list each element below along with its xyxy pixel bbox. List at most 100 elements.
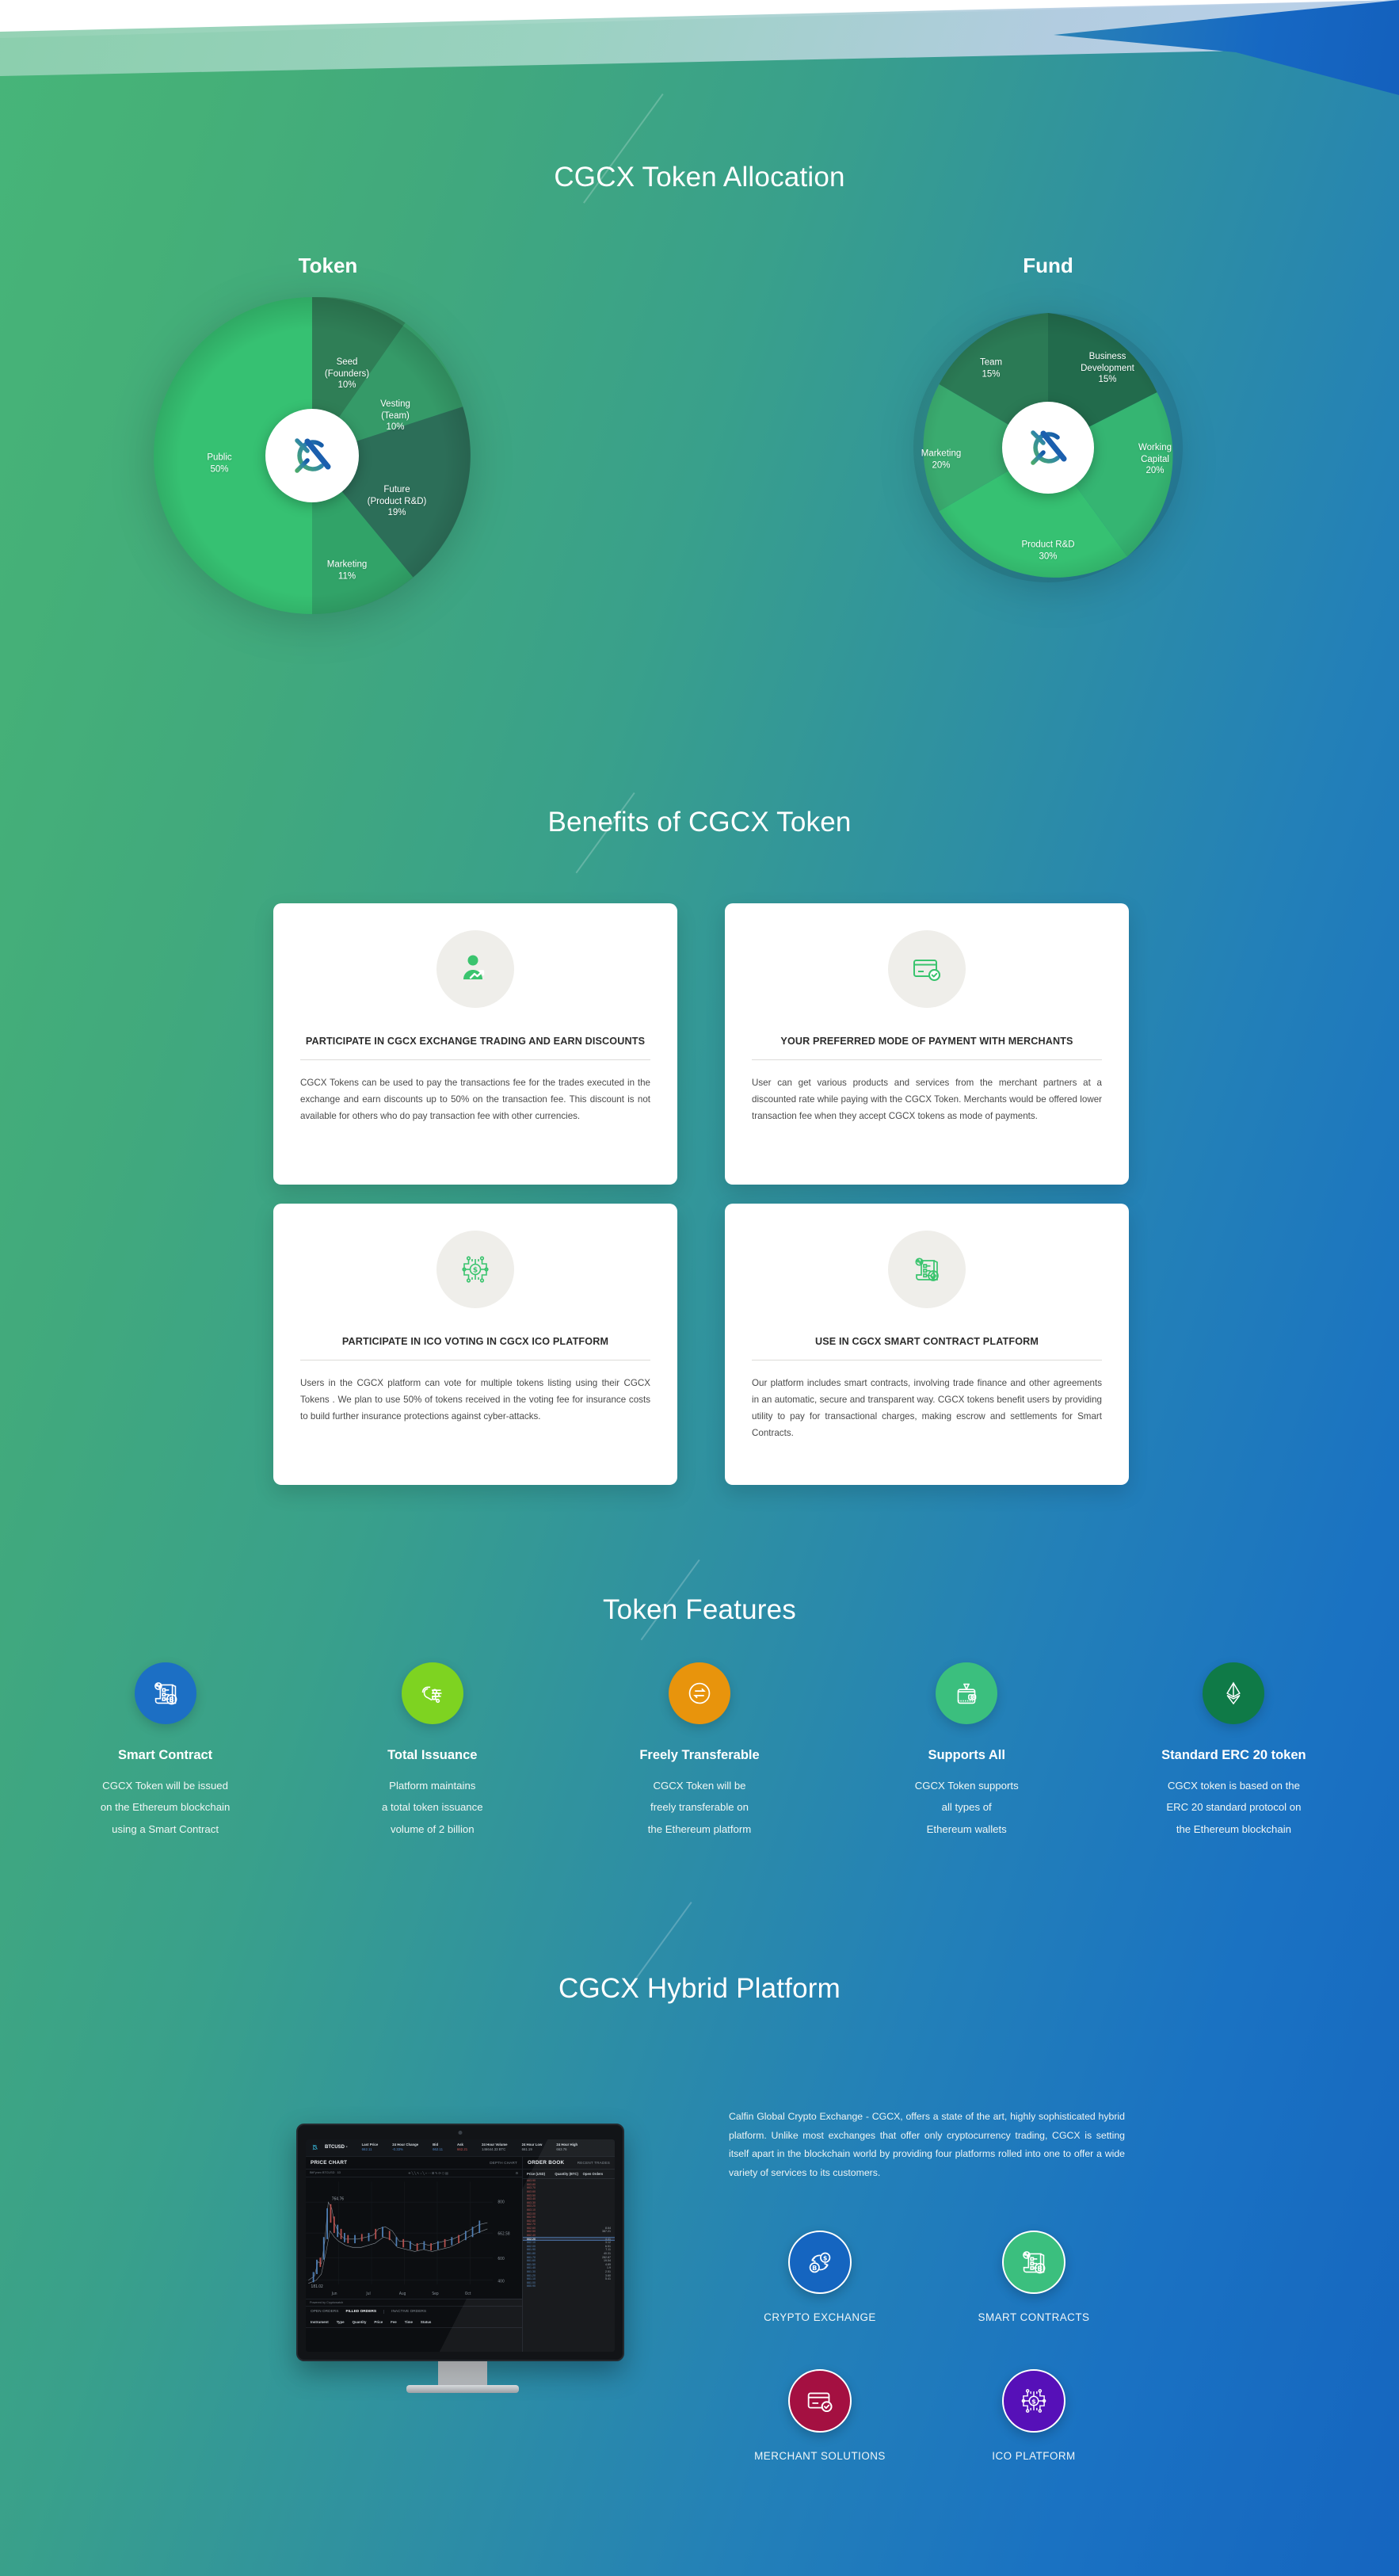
order-book-row: 661.40 1.9 (527, 2266, 611, 2270)
order-book-header: ORDER BOOK RECENT TRADES (523, 2157, 615, 2170)
benefit-body: CGCX Tokens can be used to pay the trans… (300, 1078, 650, 1122)
feature-desc: CGCX token is based on the ERC 20 standa… (1166, 1780, 1302, 1835)
tab-open-orders[interactable]: OPEN ORDERS (311, 2310, 338, 2314)
order-book-panel: ORDER BOOK RECENT TRADES Price (USD) Qua… (523, 2157, 615, 2352)
user-trading-icon (436, 930, 514, 1008)
price-chart-title: PRICE CHART (311, 2159, 348, 2166)
toolbar-tools-icon[interactable]: ✛ ╲ ╲ ↖ ↕ ╲ ⌁ ⋯ ⊞ ✎ ⟳ ⬡ ▤ (408, 2171, 448, 2175)
order-book-row: 661.20 3.60 (527, 2273, 611, 2277)
platform-item-crypto-exchange[interactable]: $ B CRYPTO EXCHANGE (713, 2231, 927, 2323)
benefits-grid: PARTICIPATE IN CGCX EXCHANGE TRADING AND… (273, 903, 1129, 1485)
pie-holder-token: Public 50% Seed (Founders) 10% Vesting (… (154, 297, 502, 614)
chart-footer: Powered by Cryptowatch (306, 2299, 522, 2306)
transfer-arrows-icon (668, 1662, 730, 1724)
svg-text:$: $ (1031, 2397, 1036, 2405)
feature-desc: CGCX Token will be freely transferable o… (647, 1780, 752, 1835)
platform-name: CRYPTO EXCHANGE (764, 2311, 876, 2323)
divider (752, 1360, 1102, 1361)
benefit-card[interactable]: USE IN CGCX SMART CONTRACT PLATFORM Our … (725, 1204, 1129, 1485)
trading-pair-selector[interactable]: BTCUSD - (325, 2145, 348, 2150)
monitor-frame: BTCUSD - Last Price 662.11 24 Hour Chang… (296, 2124, 624, 2361)
ob-col-price: Price (USD) (527, 2171, 546, 2176)
feature-desc: CGCX Token supports all types of Ethereu… (914, 1780, 1019, 1835)
tab-filled-orders[interactable]: FILLED ORDERS (345, 2310, 385, 2314)
cgcx-logo-icon (1031, 430, 1067, 465)
divider (300, 1059, 650, 1060)
pie-slice-label-working-capital: Working Capital 20% (1138, 442, 1172, 476)
col-fee: Fee (391, 2320, 397, 2324)
benefit-title: PARTICIPATE IN ICO VOTING IN CGCX ICO PL… (341, 1336, 609, 1347)
col-price: Price (374, 2320, 383, 2324)
smart-contract-bitcoin-icon: B (134, 1662, 196, 1724)
pie-slice-label-product-rd: Product R&D 30% (1021, 540, 1075, 561)
ico-platform-icon: $ (1002, 2369, 1065, 2433)
price-chart-panel: PRICE CHART DEPTH CHART BitFynex BTCUSD … (306, 2156, 523, 2352)
pie-slice-label-team: Team 15% (979, 357, 1003, 379)
pie-slice-label-marketing: Marketing 20% (921, 448, 962, 470)
order-book-row: 661.60 19.54 (527, 2259, 611, 2263)
chart-toolbar[interactable]: BitFynex BTCUSD 1D ✛ ╲ ╲ ↖ ↕ ╲ ⌁ ⋯ ⊞ ✎ ⟳… (306, 2170, 522, 2177)
svg-text:400: 400 (497, 2279, 504, 2284)
order-book-row: 662.60 8.64 (527, 2226, 611, 2230)
tab-inactive-orders[interactable]: INACTIVE ORDERS (391, 2310, 426, 2314)
svg-text:600: 600 (497, 2256, 504, 2261)
trading-main: PRICE CHART DEPTH CHART BitFynex BTCUSD … (306, 2156, 615, 2352)
order-book-row: 661.50 4.89 (527, 2262, 611, 2266)
toolbar-interval[interactable]: 1D (337, 2171, 341, 2174)
feature-name: Total Issuance (387, 1748, 478, 1762)
cgcx-logo-icon (312, 2145, 318, 2150)
order-book-row: 660.90 (527, 2284, 536, 2288)
benefit-card[interactable]: $ PARTICIPATE IN ICO VOTING IN CGCX ICO … (273, 1204, 677, 1485)
feature-item-freely-transferable[interactable]: Freely Transferable CGCX Token will be f… (566, 1662, 833, 1840)
svg-text:$: $ (473, 1267, 478, 1275)
feature-item-total-issuance[interactable]: Total Issuance Platform maintains a tota… (299, 1662, 566, 1840)
col-type: Type (336, 2320, 345, 2324)
platform-item-merchant-solutions[interactable]: MERCHANT SOLUTIONS (713, 2369, 927, 2462)
benefit-card[interactable]: PARTICIPATE IN CGCX EXCHANGE TRADING AND… (273, 903, 677, 1185)
orders-tabs[interactable]: OPEN ORDERS FILLED ORDERS INACTIVE ORDER… (306, 2306, 522, 2317)
recent-trades-link[interactable]: RECENT TRADES (578, 2161, 610, 2165)
svg-text:Jul: Jul (366, 2291, 371, 2296)
pie-holder-fund: Business Development 15% Working Capital… (882, 297, 1214, 598)
svg-text:Jun: Jun (331, 2291, 337, 2296)
feature-item-supports-all[interactable]: Supports All CGCX Token supports all typ… (833, 1662, 1100, 1840)
order-book-row: 661.90 7.11 (527, 2248, 611, 2252)
stat-last-price: Last Price 662.11 (361, 2143, 379, 2152)
trading-topbar: BTCUSD - Last Price 662.11 24 Hour Chang… (306, 2139, 615, 2157)
pie-slice-label-vesting: Vesting (Team) 10% (380, 399, 410, 433)
order-book-title: ORDER BOOK (528, 2159, 565, 2166)
benefit-card[interactable]: YOUR PREFERRED MODE OF PAYMENT WITH MERC… (725, 903, 1129, 1185)
order-book-mark-row: 662.20 4.41 (523, 2237, 615, 2241)
stat-24h-high: 24 Hour High 663.76 (556, 2143, 578, 2152)
chart-token-title: Token (298, 254, 358, 277)
monitor-stand-base (406, 2385, 519, 2393)
order-book-row: 662.10 3.12 (527, 2241, 611, 2245)
feature-item-smart-contract[interactable]: B Smart Contract CGCX Token will be issu… (32, 1662, 299, 1840)
toolbar-settings-icon[interactable]: ⚙ (516, 2171, 518, 2175)
platform-item-smart-contracts[interactable]: B SMART CONTRACTS (927, 2231, 1141, 2323)
col-quantity: Quantity (352, 2320, 367, 2324)
depth-chart-link[interactable]: DEPTH CHART (490, 2161, 517, 2165)
pie-center-logo-fund (1002, 402, 1094, 494)
svg-text:B: B (1037, 2265, 1043, 2273)
pie-slice-label-business-development: Business Development 15% (1081, 351, 1134, 385)
order-book-columns: Price (USD) Quantity (BTC) Open Orders (523, 2170, 615, 2179)
smart-contracts-icon: B (1002, 2231, 1065, 2294)
platform-item-ico-platform[interactable]: $ ICO PLATFORM (927, 2369, 1141, 2462)
ob-col-open-orders: Open Orders (582, 2171, 604, 2176)
ob-col-quantity: Quantity (BTC) (555, 2171, 578, 2176)
feature-item-erc20[interactable]: Standard ERC 20 token CGCX token is base… (1100, 1662, 1367, 1840)
hybrid-platform-description: Calfin Global Crypto Exchange - CGCX, of… (729, 2111, 1125, 2178)
price-chart-header: PRICE CHART DEPTH CHART (306, 2157, 522, 2170)
col-status: Status (420, 2320, 432, 2324)
col-time: Time (404, 2320, 413, 2324)
order-book-row: 662.00 6.51 (527, 2244, 611, 2248)
features-row: B Smart Contract CGCX Token will be issu… (32, 1662, 1367, 1840)
chart-token-allocation: Token Public 50% Seed (Founders) 10% Ves… (146, 254, 510, 626)
powered-by-label: Powered by Cryptowatch (310, 2301, 344, 2304)
benefit-body: User can get various products and servic… (752, 1078, 1102, 1122)
svg-text:764.76: 764.76 (332, 2196, 344, 2201)
svg-text:B: B (169, 1696, 174, 1704)
toolbar-pair[interactable]: BitFynex BTCUSD (310, 2171, 334, 2174)
pie-center-logo-token (265, 409, 359, 502)
